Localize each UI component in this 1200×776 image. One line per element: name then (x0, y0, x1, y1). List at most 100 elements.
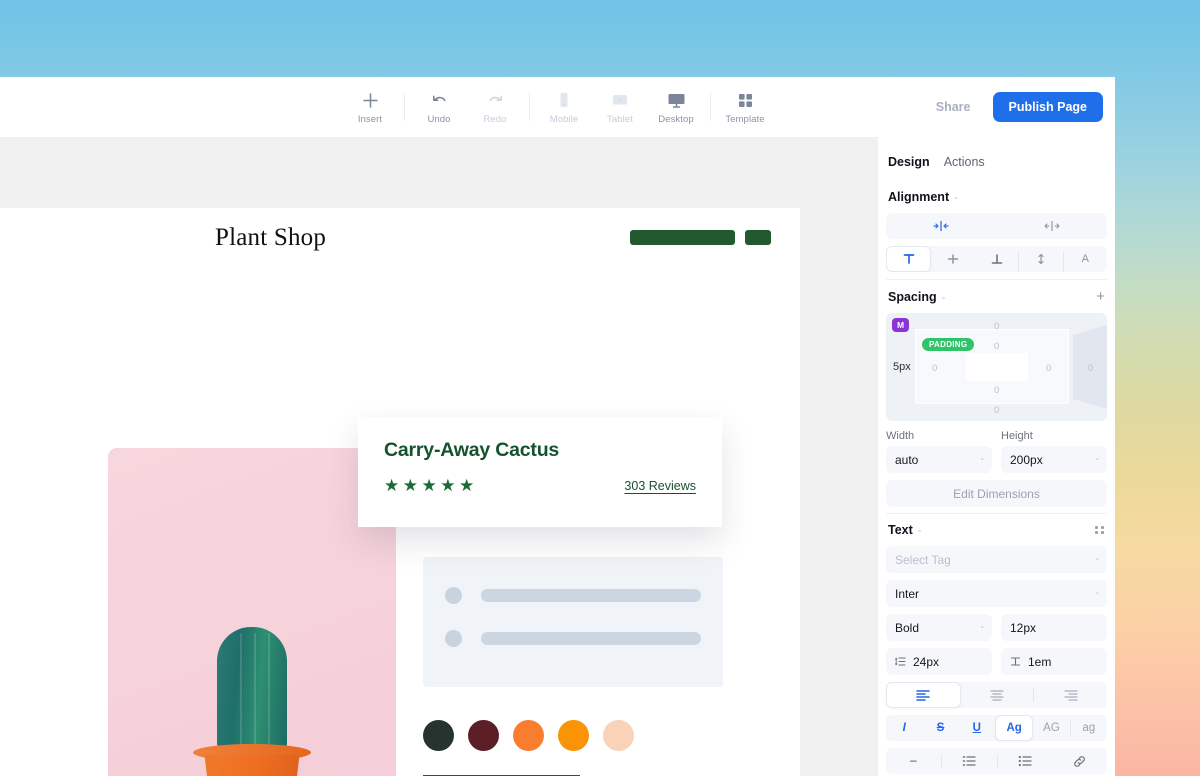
link-icon[interactable] (1052, 748, 1107, 774)
share-button[interactable]: Share (920, 93, 987, 121)
top-toolbar: Insert Undo Redo Mobile Tablet Desktop T… (0, 77, 1115, 137)
italic-icon[interactable]: I (886, 715, 922, 741)
padding-badge[interactable]: PADDING (922, 338, 975, 351)
content-box[interactable] (965, 353, 1028, 381)
align-text-right-icon[interactable] (1034, 682, 1107, 708)
four-dot-grid-icon[interactable] (1095, 526, 1105, 534)
font-weight-dropdown[interactable]: Bold - (886, 614, 992, 641)
canvas-area[interactable]: Plant Shop Carry-Away Cactus ★★★★★ 303 R… (0, 137, 877, 776)
nav-placeholder-button[interactable] (745, 230, 771, 245)
text-align-row (886, 682, 1107, 708)
template-label: Template (725, 114, 765, 125)
collapse-caret-icon[interactable]: - (954, 192, 958, 204)
case-upper-icon[interactable]: AG (1033, 715, 1069, 741)
swatch-maroon[interactable] (468, 720, 499, 751)
collapse-caret-icon[interactable]: - (918, 525, 922, 537)
desktop-label: Desktop (658, 114, 694, 125)
alignment-title: Alignment - (888, 190, 958, 204)
product-info-card[interactable]: Carry-Away Cactus ★★★★★ 303 Reviews (358, 417, 722, 527)
color-swatch-group[interactable] (423, 720, 634, 751)
horizontal-rule-icon[interactable]: – (886, 748, 941, 774)
app-window: Insert Undo Redo Mobile Tablet Desktop T… (0, 77, 1115, 776)
margin-top-value[interactable]: 0 (994, 321, 999, 332)
dimension-labels: Width Height (886, 430, 1107, 442)
bullet-list-icon[interactable] (998, 748, 1053, 774)
font-size-input[interactable]: 12px (1001, 614, 1107, 641)
line-height-spacing-row: 24px 1em (886, 648, 1107, 675)
padding-left-value[interactable]: 0 (932, 363, 937, 374)
tab-design[interactable]: Design (888, 155, 930, 169)
font-size-value: 12px (1010, 620, 1037, 635)
swatch-charcoal[interactable] (423, 720, 454, 751)
width-input[interactable]: auto - (886, 446, 992, 473)
margin-bottom-value[interactable]: 0 (994, 405, 999, 416)
mobile-view-button[interactable]: Mobile (536, 84, 592, 130)
pot-body (204, 755, 300, 776)
underline-icon[interactable]: U (959, 715, 995, 741)
font-family-dropdown[interactable]: Inter - (886, 580, 1107, 607)
align-baseline-icon[interactable]: A (1064, 246, 1107, 272)
template-button[interactable]: Template (717, 84, 773, 130)
align-top-icon[interactable] (886, 246, 932, 272)
strikethrough-icon[interactable]: S (922, 715, 958, 741)
content-skeleton-block[interactable] (423, 557, 723, 687)
redo-button[interactable]: Redo (467, 84, 523, 130)
align-distribute-horizontal-icon[interactable] (886, 213, 997, 239)
ordered-list-icon[interactable] (942, 748, 997, 774)
chevron-down-icon[interactable]: - (981, 622, 984, 633)
line-height-input[interactable]: 24px (886, 648, 992, 675)
edit-dimensions-button[interactable]: Edit Dimensions (886, 480, 1107, 507)
insert-button[interactable]: Insert (342, 84, 398, 130)
padding-top-value[interactable]: 0 (994, 341, 999, 352)
spacing-left-value[interactable]: 5px (893, 361, 911, 373)
product-hero-image[interactable] (108, 448, 396, 776)
select-tag-dropdown[interactable]: Select Tag - (886, 546, 1107, 573)
padding-right-value[interactable]: 0 (1046, 363, 1051, 374)
chevron-down-icon[interactable]: - (981, 454, 984, 465)
width-value: auto (895, 452, 919, 467)
desktop-view-button[interactable]: Desktop (648, 84, 704, 130)
alignment-header: Alignment - (886, 181, 1107, 213)
tablet-view-button[interactable]: Tablet (592, 84, 648, 130)
text-header: Text - (886, 514, 1107, 546)
swatch-amber[interactable] (558, 720, 589, 751)
collapse-caret-icon[interactable]: - (942, 292, 946, 304)
chevron-down-icon[interactable]: - (1096, 588, 1099, 599)
swatch-peach[interactable] (603, 720, 634, 751)
spacing-title: Spacing - (888, 289, 946, 304)
star-rating: ★★★★★ (384, 476, 478, 495)
tablet-device-icon (610, 89, 630, 111)
page-preview[interactable]: Plant Shop Carry-Away Cactus ★★★★★ 303 R… (0, 208, 800, 776)
chevron-down-icon[interactable]: - (1096, 454, 1099, 465)
dimension-fields: auto - 200px - (886, 446, 1107, 473)
case-lower-icon[interactable]: ag (1071, 715, 1107, 741)
height-input[interactable]: 200px - (1001, 446, 1107, 473)
padding-bottom-value[interactable]: 0 (994, 385, 999, 396)
desktop-monitor-icon (666, 89, 687, 111)
nav-placeholder-bar[interactable] (630, 230, 735, 245)
align-bottom-icon[interactable] (975, 246, 1018, 272)
product-name: Carry-Away Cactus (384, 439, 560, 461)
align-text-center-icon[interactable] (961, 682, 1034, 708)
align-stretch-vertical-icon[interactable] (1019, 246, 1062, 272)
publish-page-button[interactable]: Publish Page (992, 92, 1103, 122)
swatch-orange[interactable] (513, 720, 544, 751)
align-text-left-icon[interactable] (886, 682, 961, 708)
align-middle-icon[interactable] (931, 246, 974, 272)
letter-spacing-input[interactable]: 1em (1001, 648, 1107, 675)
tablet-label: Tablet (607, 114, 633, 125)
margin-badge[interactable]: M (892, 318, 910, 332)
redo-arrow-icon (486, 89, 505, 111)
insert-label: Insert (357, 114, 383, 125)
spacing-box-model[interactable]: M PADDING 5px 0 0 0 0 0 0 0 (886, 313, 1107, 421)
font-family-value: Inter (895, 586, 920, 601)
add-spacing-icon[interactable]: + (1096, 289, 1105, 304)
chevron-down-icon[interactable]: - (1096, 554, 1099, 565)
tab-actions[interactable]: Actions (944, 155, 985, 169)
undo-button[interactable]: Undo (411, 84, 467, 130)
reviews-link[interactable]: 303 Reviews (624, 479, 696, 493)
margin-right-value[interactable]: 0 (1088, 363, 1093, 374)
case-sentence-icon[interactable]: Ag (994, 715, 1034, 741)
letter-spacing-icon (1010, 656, 1021, 667)
align-spread-horizontal-icon[interactable] (997, 213, 1108, 239)
